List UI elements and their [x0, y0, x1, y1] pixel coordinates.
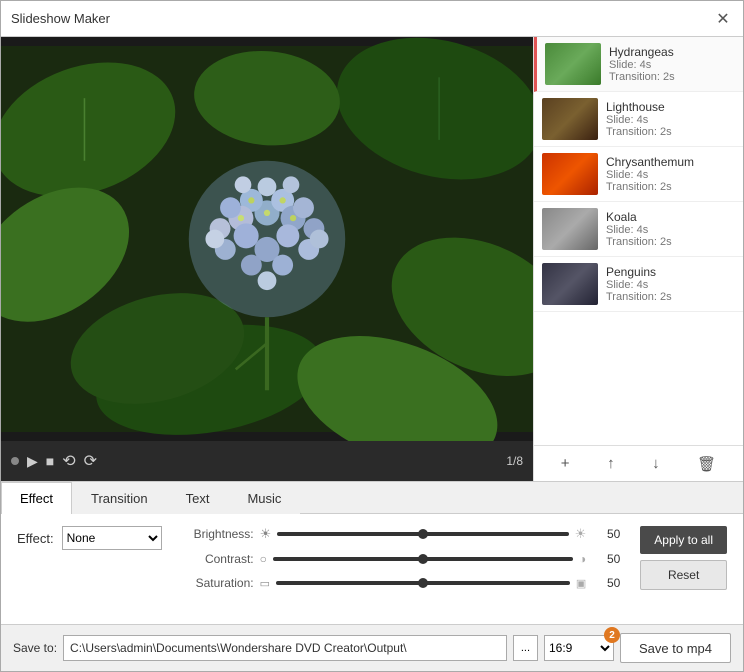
main-area: ▶ ■ ⟲ ⟳ 1/8 HydrangeasSlide: 4sTransitio… — [1, 37, 743, 481]
contrast-value: 50 — [592, 552, 620, 566]
saturation-thumb[interactable] — [418, 578, 428, 588]
slide-transition: Transition: 2s — [609, 71, 735, 83]
slide-thumbnail — [545, 43, 601, 85]
effect-label: Effect: — [17, 531, 54, 546]
sliders-area: Brightness: ☀ ☀ 50 Contrast: ○ ◑ — [182, 526, 621, 590]
slide-info: KoalaSlide: 4sTransition: 2s — [606, 210, 735, 248]
slide-name: Koala — [606, 210, 735, 224]
slide-sidebar: HydrangeasSlide: 4sTransition: 2sLightho… — [533, 37, 743, 481]
slide-info: HydrangeasSlide: 4sTransition: 2s — [609, 45, 735, 83]
delete-slide-button[interactable]: 🗑 — [692, 453, 721, 475]
saturation-track[interactable] — [276, 581, 570, 585]
brightness-thumb[interactable] — [418, 529, 428, 539]
stop-button[interactable]: ■ — [46, 453, 54, 469]
progress-label: 1/8 — [506, 454, 523, 468]
ratio-select[interactable]: 16:94:31:1 — [544, 635, 614, 661]
save-label: Save to: — [13, 641, 57, 655]
saturation-high-icon: ▣ — [576, 577, 586, 590]
saturation-value: 50 — [592, 576, 620, 590]
brightness-value: 50 — [592, 527, 620, 541]
actions-area: Apply to all Reset — [640, 526, 727, 590]
effect-left: Effect: NoneFadeBlurGrayscale — [17, 526, 162, 550]
brightness-track[interactable] — [277, 532, 568, 536]
list-item[interactable]: ChrysanthemumSlide: 4sTransition: 2s — [534, 147, 743, 202]
slide-transition: Transition: 2s — [606, 126, 735, 138]
slide-list: HydrangeasSlide: 4sTransition: 2sLightho… — [534, 37, 743, 445]
slide-info: ChrysanthemumSlide: 4sTransition: 2s — [606, 155, 735, 193]
controls-bar: ▶ ■ ⟲ ⟳ 1/8 — [1, 441, 533, 481]
window-title: Slideshow Maker — [11, 11, 110, 26]
contrast-high-icon: ◑ — [579, 552, 586, 566]
slide-name: Penguins — [606, 265, 735, 279]
tab-text[interactable]: Text — [167, 482, 229, 514]
brightness-high-icon: ☀ — [575, 526, 587, 542]
slide-name: Lighthouse — [606, 100, 735, 114]
ratio-wrapper: 16:94:31:1 2 — [544, 635, 614, 661]
list-item[interactable]: KoalaSlide: 4sTransition: 2s — [534, 202, 743, 257]
slide-duration: Slide: 4s — [606, 279, 735, 291]
slide-name: Hydrangeas — [609, 45, 735, 59]
contrast-low-icon: ○ — [260, 552, 267, 566]
slide-thumbnail — [542, 263, 598, 305]
list-item[interactable]: HydrangeasSlide: 4sTransition: 2s — [534, 37, 743, 92]
main-window: Slideshow Maker ✕ — [0, 0, 744, 672]
list-item[interactable]: LighthouseSlide: 4sTransition: 2s — [534, 92, 743, 147]
save-path-input[interactable] — [63, 635, 507, 661]
list-item[interactable]: PenguinsSlide: 4sTransition: 2s — [534, 257, 743, 312]
save-bar: Save to: ... 16:94:31:1 2 Save to mp4 — [1, 624, 743, 671]
apply-to-all-button[interactable]: Apply to all — [640, 526, 727, 554]
tab-transition[interactable]: Transition — [72, 482, 167, 514]
slide-info: LighthouseSlide: 4sTransition: 2s — [606, 100, 735, 138]
effect-panel: Effect: NoneFadeBlurGrayscale Brightness… — [1, 514, 743, 624]
brightness-low-icon: ☀ — [260, 526, 272, 542]
close-button[interactable]: ✕ — [713, 9, 733, 29]
slide-thumbnail — [542, 208, 598, 250]
tab-music[interactable]: Music — [228, 482, 300, 514]
save-mp4-button[interactable]: Save to mp4 — [620, 633, 731, 663]
video-container — [1, 37, 533, 441]
preview-panel: ▶ ■ ⟲ ⟳ 1/8 — [1, 37, 533, 481]
brightness-label: Brightness: — [182, 527, 254, 541]
slide-thumbnail — [542, 153, 598, 195]
effect-select[interactable]: NoneFadeBlurGrayscale — [62, 526, 162, 550]
brightness-row: Brightness: ☀ ☀ 50 — [182, 526, 621, 542]
video-preview — [1, 37, 533, 441]
saturation-label: Saturation: — [182, 576, 254, 590]
tab-effect[interactable]: Effect — [1, 482, 72, 514]
slide-transition: Transition: 2s — [606, 236, 735, 248]
slide-transition: Transition: 2s — [606, 291, 735, 303]
slide-duration: Slide: 4s — [606, 224, 735, 236]
play-button[interactable]: ▶ — [27, 453, 38, 470]
add-slide-button[interactable]: + — [556, 453, 575, 474]
contrast-row: Contrast: ○ ◑ 50 — [182, 552, 621, 566]
reset-button[interactable]: Reset — [640, 560, 727, 590]
move-down-button[interactable]: ↓ — [647, 453, 665, 474]
sidebar-toolbar: + ↑ ↓ 🗑 — [534, 445, 743, 481]
saturation-row: Saturation: ▭ ▣ 50 — [182, 576, 621, 590]
slide-transition: Transition: 2s — [606, 181, 735, 193]
title-bar: Slideshow Maker ✕ — [1, 1, 743, 37]
slide-name: Chrysanthemum — [606, 155, 735, 169]
bottom-panel: EffectTransitionTextMusic Effect: NoneFa… — [1, 481, 743, 671]
contrast-label: Contrast: — [182, 552, 254, 566]
move-up-button[interactable]: ↑ — [602, 453, 620, 474]
contrast-thumb[interactable] — [418, 554, 428, 564]
slide-duration: Slide: 4s — [606, 169, 735, 181]
seek-position — [11, 457, 19, 465]
rewind-button[interactable]: ⟲ — [62, 451, 75, 471]
contrast-track[interactable] — [273, 557, 573, 561]
slide-info: PenguinsSlide: 4sTransition: 2s — [606, 265, 735, 303]
forward-button[interactable]: ⟳ — [84, 451, 97, 471]
tabs-row: EffectTransitionTextMusic — [1, 482, 743, 514]
ratio-badge: 2 — [604, 627, 620, 643]
slide-duration: Slide: 4s — [609, 59, 735, 71]
browse-button[interactable]: ... — [513, 635, 538, 661]
slide-thumbnail — [542, 98, 598, 140]
slide-duration: Slide: 4s — [606, 114, 735, 126]
saturation-low-icon: ▭ — [260, 577, 270, 590]
